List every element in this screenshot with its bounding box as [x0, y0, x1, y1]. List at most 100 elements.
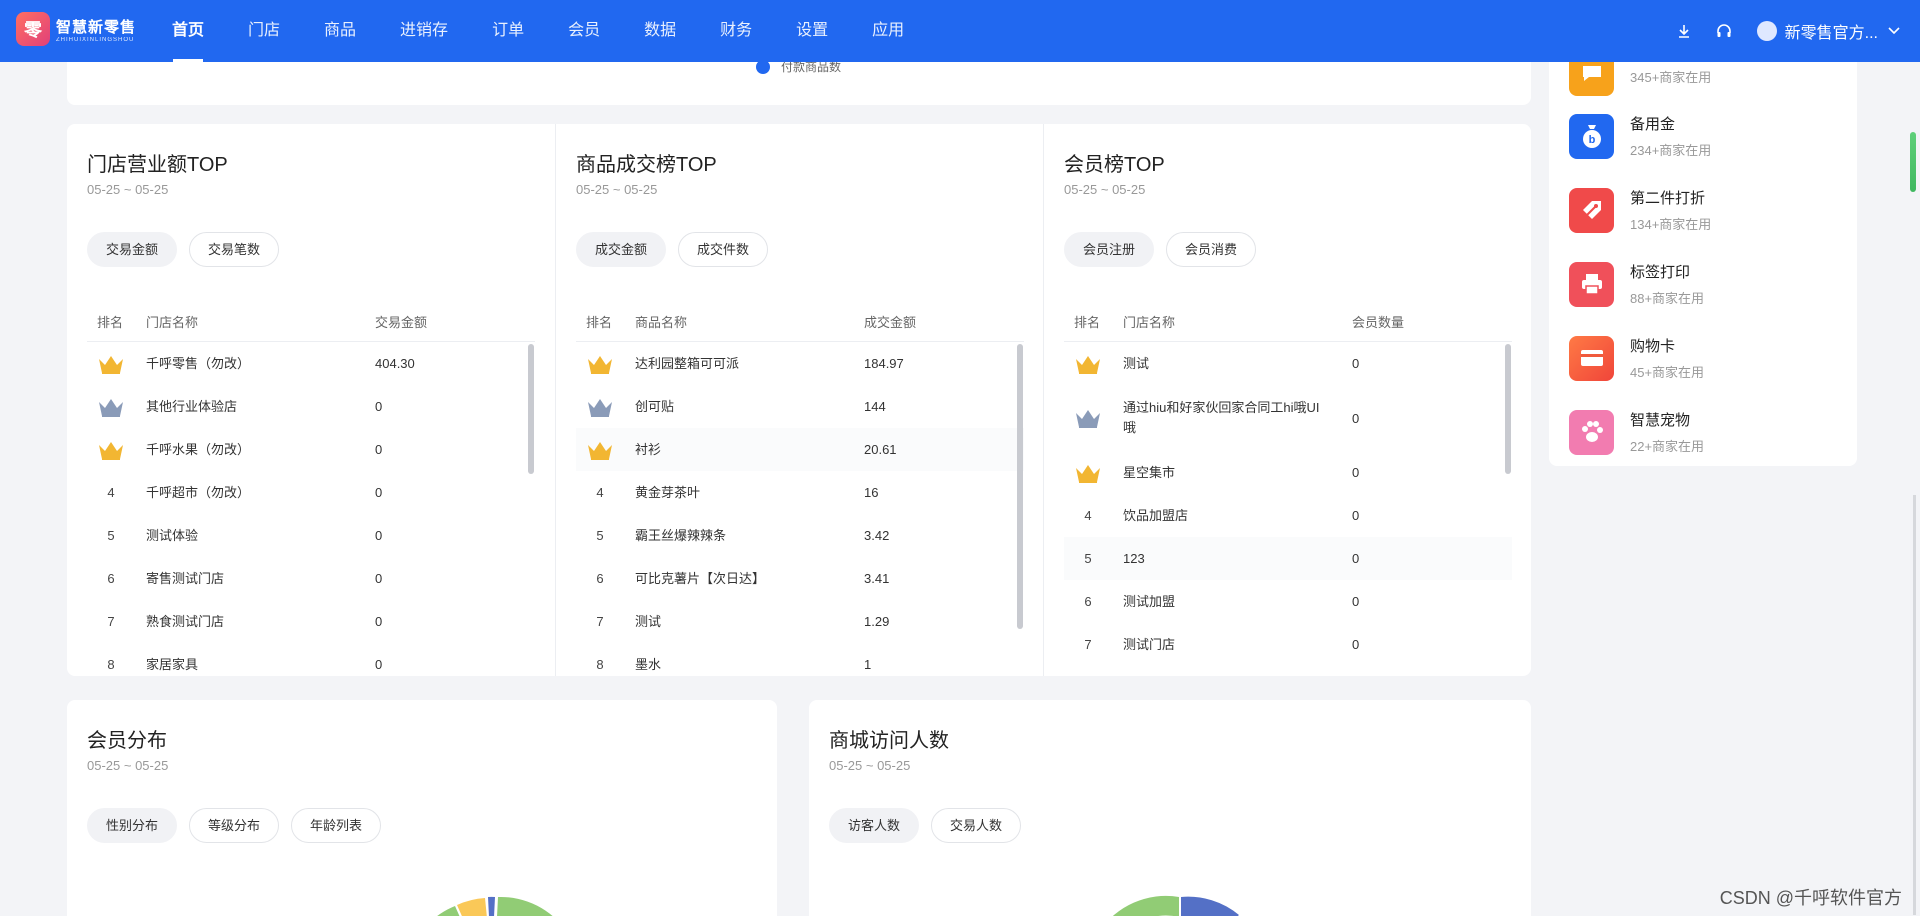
brand-logo[interactable]: 零 智慧新零售 ZHIHUIXINLINGSHOU — [16, 12, 136, 46]
table-row[interactable]: 8 墨水 1 — [576, 643, 1024, 676]
nav-item-finance[interactable]: 财务 — [698, 0, 774, 62]
nav-item-goods[interactable]: 商品 — [302, 0, 378, 62]
app-item-second-discount[interactable]: 第二件打折 134+商家在用 — [1569, 173, 1711, 247]
donut-segment-blue — [1181, 896, 1239, 916]
section-title: 商品成交榜TOP — [576, 154, 717, 176]
nav-item-members[interactable]: 会员 — [546, 0, 622, 62]
table-scrollbar[interactable] — [1017, 344, 1023, 629]
table-row[interactable]: 7 测试门店 0 — [1064, 623, 1512, 666]
crown-icon — [1064, 342, 1112, 385]
app-name: 标签打印 — [1630, 264, 1691, 281]
user-menu[interactable]: 新零售官方... — [1756, 19, 1900, 43]
row-name: 千呼超市（勿改） — [146, 484, 251, 500]
download-icon[interactable] — [1673, 20, 1695, 42]
row-value: 1 — [864, 657, 872, 672]
app-usage: 22+商家在用 — [1630, 439, 1705, 454]
table-row[interactable]: 达利园整箱可可派 184.97 — [576, 342, 1024, 385]
rank-number: 5 — [107, 528, 115, 543]
table-row[interactable]: 6 测试加盟 0 — [1064, 580, 1512, 623]
tab-deal-count[interactable]: 成交件数 — [678, 232, 769, 267]
crown-icon — [1064, 451, 1112, 494]
money-bag-icon: b — [1569, 113, 1614, 159]
row-name: 衬衫 — [635, 441, 662, 457]
row-value: 0 — [375, 399, 383, 414]
tab-trade-count[interactable]: 交易笔数 — [189, 232, 280, 267]
top-navbar: 零 智慧新零售 ZHIHUIXINLINGSHOU 首页 门店 商品 进销存 订… — [0, 0, 1920, 62]
tab-member-spending[interactable]: 会员消费 — [1166, 232, 1257, 267]
tab-age-list[interactable]: 年龄列表 — [291, 808, 382, 843]
table-row[interactable]: 创可贴 144 — [576, 385, 1024, 428]
table-row[interactable]: 4 饮品加盟店 0 — [1064, 494, 1512, 537]
table-row[interactable]: 5 123 0 — [1064, 537, 1512, 580]
table-row[interactable]: 8 家居家具 0 — [87, 643, 535, 676]
table-row[interactable]: 4 千呼超市（勿改） 0 — [87, 471, 535, 514]
rank-number: 6 — [1084, 594, 1092, 609]
tab-trade-amount[interactable]: 交易金额 — [87, 232, 178, 267]
table-scrollbar[interactable] — [528, 344, 534, 474]
section-date: 05-25 ~ 05-25 — [87, 182, 169, 197]
row-value: 0 — [375, 657, 383, 672]
row-value: 184.97 — [864, 356, 904, 371]
table-row[interactable]: 7 测试 1.29 — [576, 600, 1024, 643]
row-name: 家居家具 — [146, 656, 199, 672]
headset-icon[interactable] — [1713, 20, 1735, 42]
table-row[interactable]: 4 黄金芽茶叶 16 — [576, 471, 1024, 514]
brand-name-en: ZHIHUIXINLINGSHOU — [56, 36, 135, 43]
tab-visitors[interactable]: 访客人数 — [829, 808, 920, 843]
table-header: 排名 门店名称 交易金额 — [87, 304, 535, 342]
legend-dot[interactable] — [756, 60, 770, 74]
app-item-label-print[interactable]: 标签打印 88+商家在用 — [1569, 247, 1704, 321]
table-row[interactable]: 星空集市 0 — [1064, 451, 1512, 494]
tab-gender-dist[interactable]: 性别分布 — [87, 808, 178, 843]
main-nav: 首页 门店 商品 进销存 订单 会员 数据 财务 设置 应用 — [150, 0, 926, 62]
section-title: 会员榜TOP — [1064, 154, 1165, 176]
nav-item-apps[interactable]: 应用 — [850, 0, 926, 62]
table-scrollbar[interactable] — [1505, 344, 1511, 474]
page-scrollbar-thumb[interactable] — [1910, 132, 1916, 192]
nav-item-data[interactable]: 数据 — [622, 0, 698, 62]
nav-item-stores[interactable]: 门店 — [226, 0, 302, 62]
row-name: 创可贴 — [635, 398, 675, 414]
paw-icon — [1569, 409, 1614, 455]
crown-icon — [1064, 385, 1112, 451]
table-row[interactable]: 5 霸王丝爆辣辣条 3.42 — [576, 514, 1024, 557]
table-row[interactable]: 5 测试体验 0 — [87, 514, 535, 557]
nav-item-settings[interactable]: 设置 — [774, 0, 850, 62]
tab-deal-amount[interactable]: 成交金额 — [576, 232, 667, 267]
tab-member-register[interactable]: 会员注册 — [1064, 232, 1155, 267]
rank-number: 6 — [107, 571, 115, 586]
row-value: 0 — [1352, 410, 1360, 426]
table-row[interactable]: 千呼水果（勿改） 0 — [87, 428, 535, 471]
nav-item-inventory[interactable]: 进销存 — [378, 0, 470, 62]
row-value: 0 — [375, 614, 383, 629]
col-value: 会员数量 — [1352, 315, 1405, 330]
tab-buyers[interactable]: 交易人数 — [931, 808, 1022, 843]
app-item-shopping-card[interactable]: 购物卡 45+商家在用 — [1569, 321, 1704, 395]
table-row[interactable]: 6 寄售测试门店 0 — [87, 557, 535, 600]
app-item-reserve-fund[interactable]: b 备用金 234+商家在用 — [1569, 99, 1711, 173]
crown-icon — [87, 385, 135, 428]
table-row[interactable]: 其他行业体验店 0 — [87, 385, 535, 428]
app-item-smart-pet[interactable]: 智慧宠物 22+商家在用 — [1569, 395, 1704, 469]
nav-item-home[interactable]: 首页 — [150, 0, 226, 62]
table-header: 排名 商品名称 成交金额 — [576, 304, 1024, 342]
row-name: 测试加盟 — [1123, 593, 1176, 609]
table-row[interactable]: 测试 0 — [1064, 342, 1512, 385]
table-row[interactable]: 千呼零售（勿改） 404.30 — [87, 342, 535, 385]
donut-segment-blue — [488, 896, 495, 916]
tab-level-dist[interactable]: 等级分布 — [189, 808, 280, 843]
avatar — [1756, 21, 1777, 41]
table-row[interactable]: 衬衫 20.61 — [576, 428, 1024, 471]
app-usage: 45+商家在用 — [1630, 365, 1705, 380]
rank-number: 8 — [107, 657, 115, 672]
table-row[interactable]: 6 可比克薯片【次日达】 3.41 — [576, 557, 1024, 600]
row-value: 3.42 — [864, 528, 890, 543]
stores-top-section: 门店营业额TOP 05-25 ~ 05-25 交易金额 交易笔数 排名 门店名称… — [67, 124, 555, 676]
col-name: 门店名称 — [1123, 315, 1176, 330]
nav-item-orders[interactable]: 订单 — [470, 0, 546, 62]
table-row[interactable]: 通过hiu和好家伙回家合同工hi哦UI哦 0 — [1064, 385, 1512, 451]
app-usage: 88+商家在用 — [1630, 291, 1705, 306]
app-usage: 234+商家在用 — [1630, 143, 1712, 158]
page-scrollbar-track[interactable] — [1913, 495, 1916, 915]
table-row[interactable]: 7 熟食测试门店 0 — [87, 600, 535, 643]
